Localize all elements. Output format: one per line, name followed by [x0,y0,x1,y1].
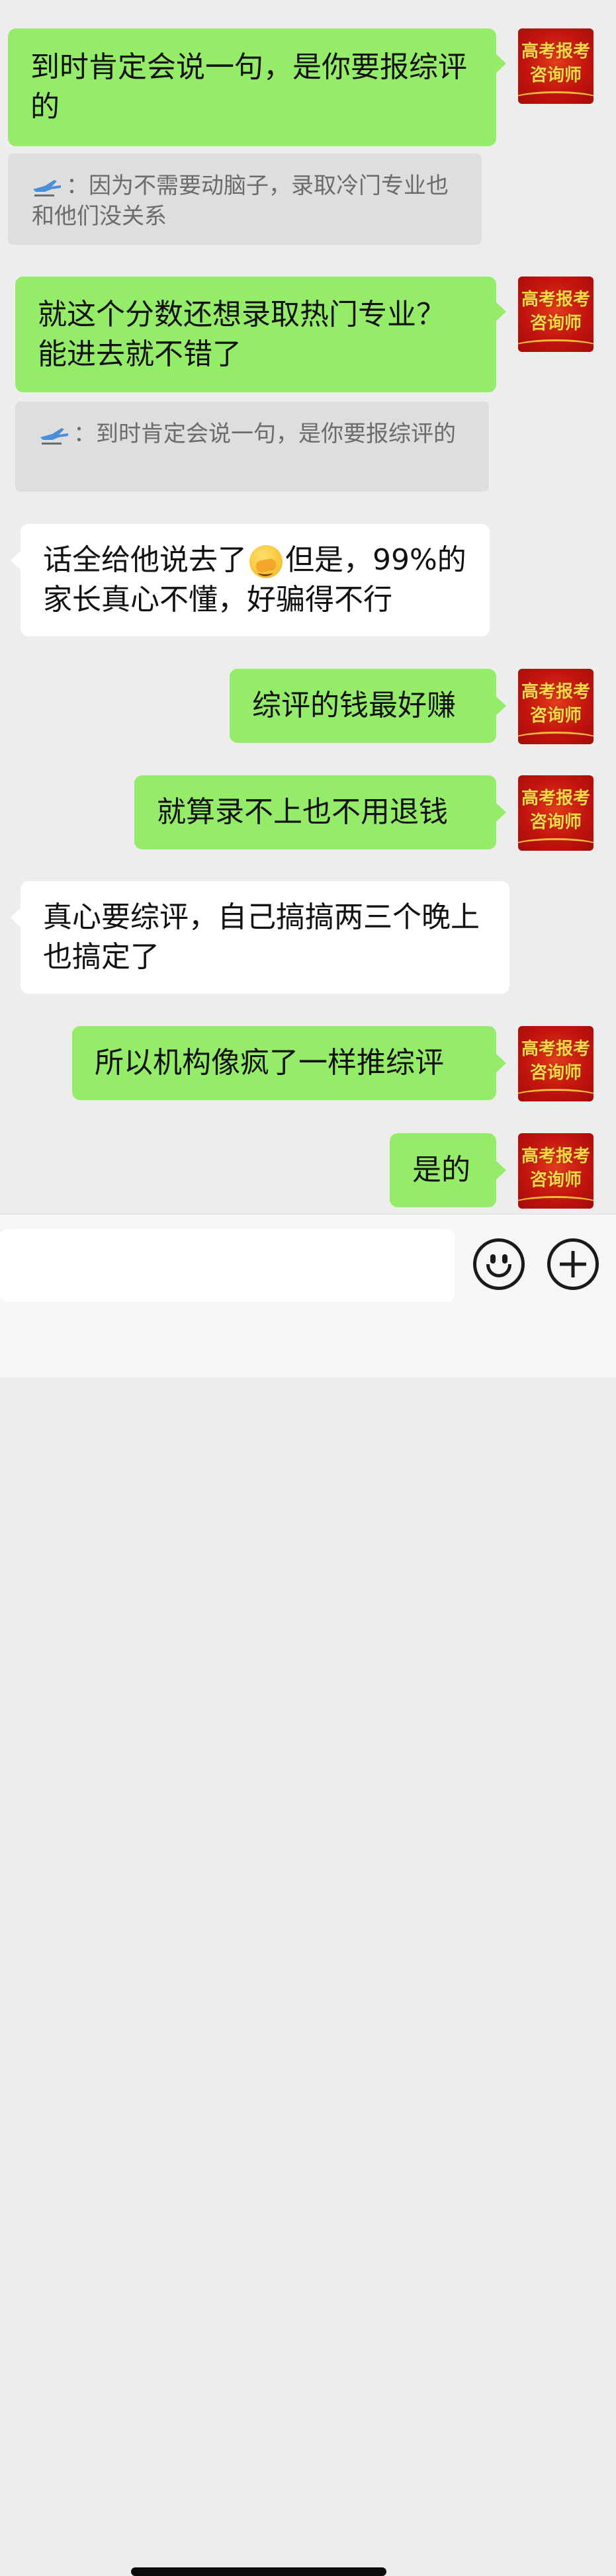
quoted-message[interactable]: ：到时肯定会说一句，是你要报综评的 [15,402,489,492]
plane-icon [40,427,68,445]
plane-icon [33,179,61,196]
incoming-message[interactable]: 话全给他说去了 但是，99%的家长真心不懂，好骗得不行 [11,524,490,636]
avatar[interactable]: 高考报考 咨询师 [518,669,594,744]
avatar-text-line1: 高考报考 [521,1039,590,1059]
home-indicator[interactable] [131,2567,386,2576]
smiley-eye [502,1254,507,1264]
avatar[interactable]: 高考报考 咨询师 [518,28,594,104]
avatar[interactable]: 高考报考 咨询师 [518,277,594,352]
avatar-text-line1: 高考报考 [521,682,590,702]
avatar-text-line2: 咨询师 [529,65,582,85]
input-bar [0,1214,616,2576]
outgoing-message[interactable]: 是的 [390,1133,506,1207]
avatar-wave-decoration [518,1089,594,1101]
outgoing-message[interactable]: 所以机构像疯了一样推综评 [72,1026,506,1100]
avatar[interactable]: 高考报考 咨询师 [518,1026,594,1101]
avatar-text-line1: 高考报考 [521,290,590,310]
avatar-text-line2: 咨询师 [529,314,582,333]
plus-icon[interactable] [547,1238,599,1290]
outgoing-message[interactable]: 到时肯定会说一句，是你要报综评的 [8,28,506,146]
avatar-wave-decoration [518,339,594,352]
quoted-message[interactable]: ：因为不需要动脑子，录取冷门专业也和他们没关系 [8,153,482,245]
message-text: 真心要综评，自己搞搞两三个晚上也搞定了 [43,900,480,974]
avatar-text-line2: 咨询师 [529,706,582,726]
avatar-text-line1: 高考报考 [521,789,590,808]
outgoing-message[interactable]: 综评的钱最好赚 [230,669,506,743]
message-input[interactable] [0,1229,455,1302]
avatar-text-line2: 咨询师 [529,1063,582,1083]
avatar-text-line1: 高考报考 [521,1146,590,1166]
message-text: 话全给他说去了 但是，99%的家长真心不懂，好骗得不行 [43,524,467,653]
message-text: 到时肯定会说一句，是你要报综评的 [30,50,467,124]
message-text: 就算录不上也不用退钱 [157,795,448,829]
avatar-wave-decoration [518,732,594,744]
outgoing-message[interactable]: 就这个分数还想录取热门专业？能进去就不错了 [15,277,506,392]
outgoing-message[interactable]: 就算录不上也不用退钱 [134,775,506,849]
avatar-wave-decoration [518,1196,594,1209]
avatar-text-line1: 高考报考 [521,42,590,62]
avatar-text-line2: 咨询师 [529,812,582,832]
face-with-hand-over-mouth-icon [249,545,283,578]
smiley-mouth [486,1264,511,1277]
message-text: 就这个分数还想录取热门专业？能进去就不错了 [38,297,445,371]
chat-message-list[interactable]: 到时肯定会说一句，是你要报综评的 高考报考 咨询师 ：因为不需要动脑子，录取冷门… [0,0,616,1214]
avatar-wave-decoration [518,838,594,851]
quoted-text: ：到时肯定会说一句，是你要报综评的 [73,421,456,447]
smiley-eye [490,1254,496,1264]
incoming-message[interactable]: 真心要综评，自己搞搞两三个晚上也搞定了 [11,881,509,994]
quoted-text: ：因为不需要动脑子，录取冷门专业也和他们没关系 [32,173,449,230]
avatar-wave-decoration [518,91,594,104]
message-text-part: 话全给他说去了 [43,543,247,577]
avatar-text-line2: 咨询师 [529,1170,582,1190]
avatar[interactable]: 高考报考 咨询师 [518,1133,594,1209]
smiley-icon[interactable] [473,1238,525,1290]
message-text: 是的 [412,1153,470,1187]
message-text: 所以机构像疯了一样推综评 [95,1046,444,1080]
avatar[interactable]: 高考报考 咨询师 [518,775,594,851]
message-text: 综评的钱最好赚 [252,689,456,722]
